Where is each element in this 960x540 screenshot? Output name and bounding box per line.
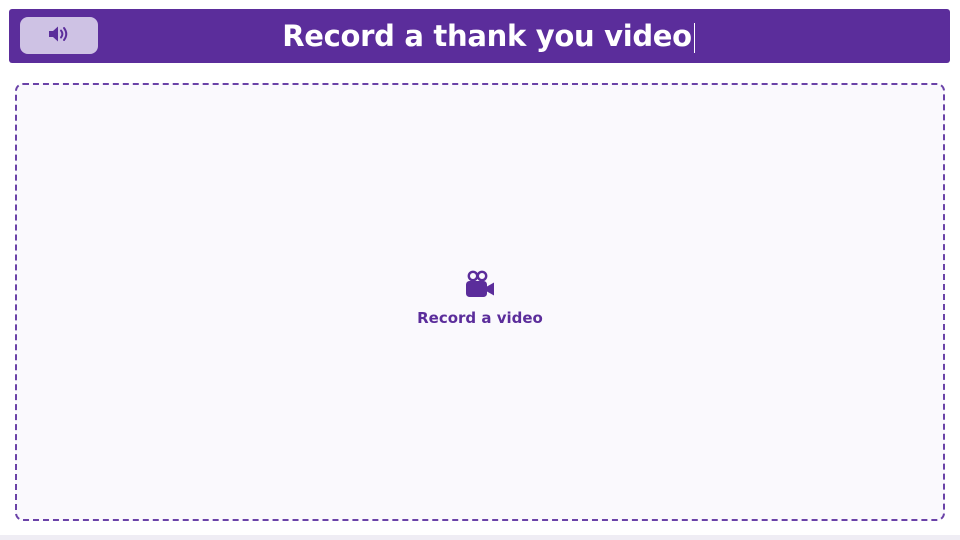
- text-caret: [693, 23, 695, 53]
- page-title-text: Record a thank you video: [282, 19, 692, 53]
- record-video-action[interactable]: Record a video: [17, 270, 943, 327]
- bottom-edge: [0, 535, 960, 540]
- page-title[interactable]: Record a thank you video: [282, 19, 695, 53]
- page: Record a thank you video Record a video: [0, 0, 960, 540]
- record-video-dropzone[interactable]: Record a video: [15, 83, 945, 521]
- header-bar: Record a thank you video: [9, 9, 950, 63]
- title-wrap: Record a thank you video: [9, 9, 950, 63]
- record-video-label: Record a video: [417, 309, 543, 327]
- video-camera-icon: [463, 270, 497, 304]
